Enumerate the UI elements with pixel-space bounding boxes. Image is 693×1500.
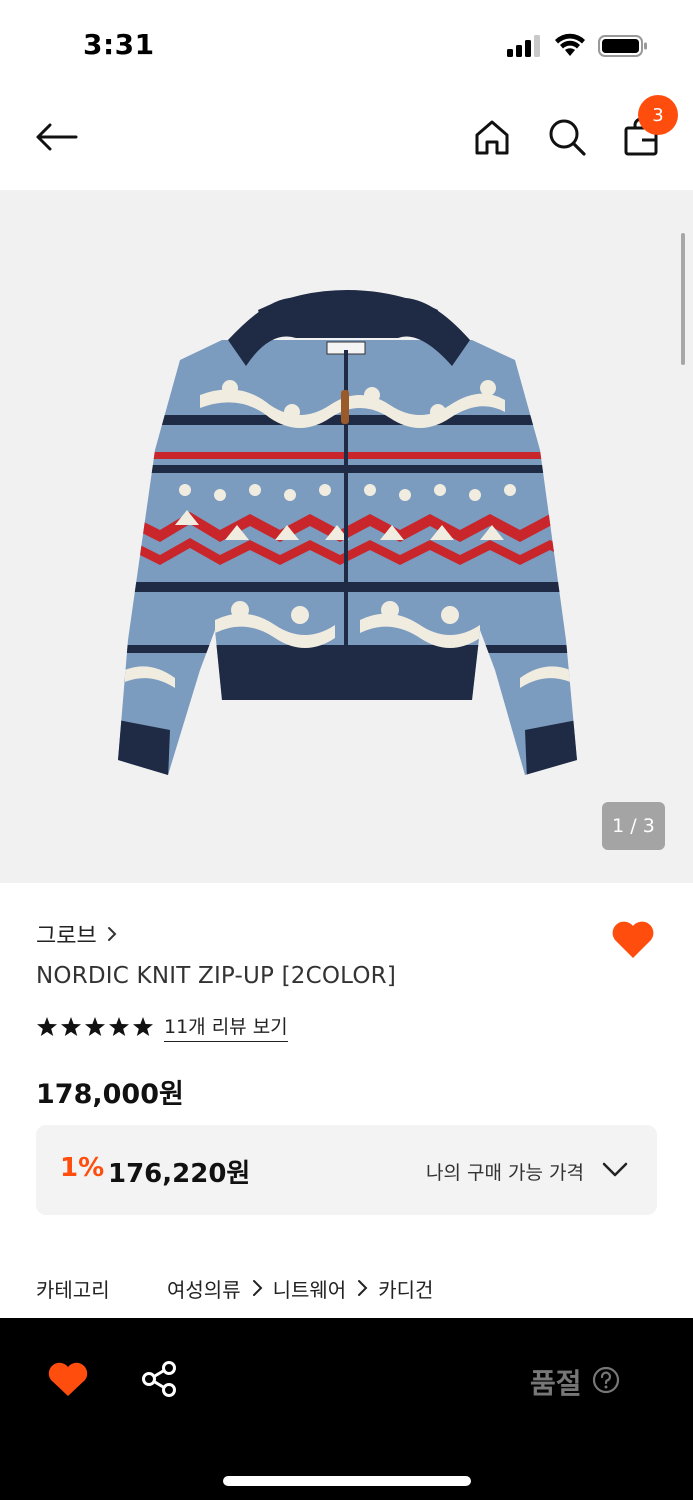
- home-button[interactable]: [467, 112, 517, 162]
- star-icon: [109, 1017, 129, 1036]
- star-icon: [85, 1017, 105, 1036]
- status-time: 3:31: [83, 28, 155, 61]
- wishlist-heart-icon[interactable]: [47, 1360, 89, 1398]
- home-indicator: [223, 1476, 471, 1486]
- wifi-icon: [555, 33, 585, 56]
- rating-stars: [36, 1016, 154, 1038]
- product-image-carousel[interactable]: 1 / 3: [0, 190, 693, 883]
- product-image: [118, 290, 577, 775]
- wishlist-heart-icon[interactable]: [610, 918, 656, 960]
- brand-name: 그로브: [36, 924, 97, 949]
- status-bar: 3:31: [0, 0, 693, 90]
- battery-icon: [598, 35, 647, 57]
- share-icon[interactable]: [140, 1360, 178, 1398]
- back-button[interactable]: [28, 112, 84, 162]
- star-icon: [133, 1017, 153, 1036]
- star-icon: [37, 1017, 57, 1036]
- signal-icon: [507, 35, 540, 57]
- star-icon: [61, 1017, 81, 1036]
- review-link[interactable]: 11개 리뷰 보기: [164, 1012, 288, 1042]
- chevron-down-icon: [602, 1162, 628, 1177]
- chevron-right-icon: [358, 1280, 368, 1296]
- help-icon[interactable]: [592, 1366, 620, 1394]
- back-arrow-icon: [36, 123, 78, 151]
- top-nav: [0, 90, 693, 190]
- chevron-right-icon: [107, 927, 117, 941]
- category-row: 카테고리 여성의류 니트웨어 카디건: [36, 1273, 433, 1303]
- home-icon: [475, 120, 509, 155]
- category-crumb[interactable]: 여성의류: [167, 1274, 241, 1303]
- search-button[interactable]: [542, 112, 592, 162]
- discount-rate: 1%: [60, 1153, 105, 1183]
- soldout-label: 품절: [530, 1367, 582, 1400]
- product-title: NORDIC KNIT ZIP-UP [2COLOR]: [36, 963, 397, 989]
- category-label: 카테고리: [36, 1277, 110, 1302]
- product-price: 178,000원: [36, 1079, 184, 1110]
- image-counter: 1 / 3: [602, 802, 665, 850]
- rating-row: 11개 리뷰 보기: [36, 1012, 288, 1042]
- my-price-box[interactable]: 1% 176,220원 나의 구매 가능 가격: [36, 1125, 657, 1215]
- search-icon: [549, 119, 586, 156]
- cart-count-badge: 3: [638, 95, 678, 135]
- bottom-action-bar: 품절: [0, 1318, 693, 1500]
- image-scroll-indicator: [681, 233, 685, 365]
- category-crumb[interactable]: 카디건: [378, 1274, 433, 1303]
- my-price-label: 나의 구매 가능 가격: [426, 1162, 584, 1184]
- brand-link[interactable]: 그로브: [36, 918, 117, 950]
- chevron-right-icon: [252, 1280, 263, 1296]
- discount-price: 176,220원: [108, 1159, 251, 1189]
- category-crumb[interactable]: 니트웨어: [273, 1274, 347, 1303]
